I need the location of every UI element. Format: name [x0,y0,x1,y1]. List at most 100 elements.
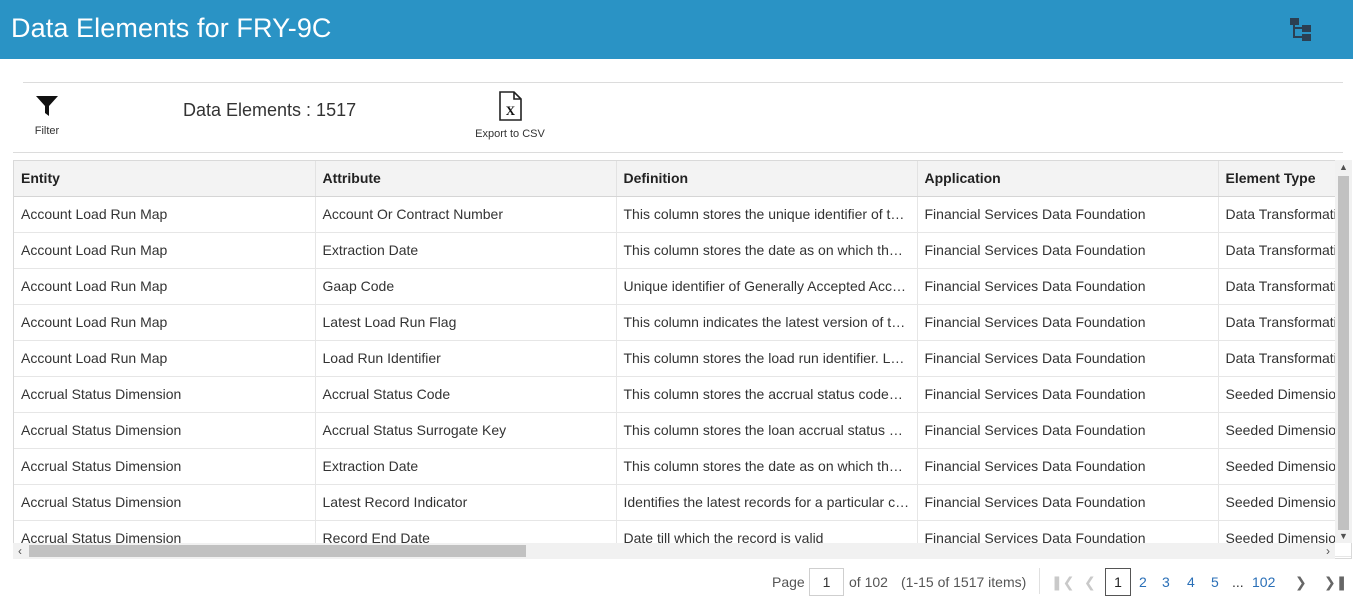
entity-cell: Account Load Run Map [14,196,316,233]
entity-cell: Account Load Run Map [14,268,316,305]
column-header-definition[interactable]: Definition [616,161,918,197]
application-cell: Financial Services Data Foundation [917,376,1219,413]
horizontal-scrollbar[interactable]: ‹ › [13,543,1335,559]
vertical-scroll-thumb[interactable] [1338,176,1349,530]
scroll-left-icon[interactable]: ‹ [13,543,27,559]
application-cell: Financial Services Data Foundation [917,232,1219,269]
vertical-scrollbar[interactable]: ▲ ▼ [1335,160,1352,543]
horizontal-scroll-thumb[interactable] [29,545,526,557]
entity-cell: Accrual Status Dimension [14,448,316,485]
definition-cell: This column stores the date as on which … [616,448,918,485]
column-header-entity[interactable]: Entity [14,161,316,197]
divider [1039,568,1040,594]
element-type-cell: Data Transformati [1218,232,1351,269]
export-csv-label: Export to CSV [475,128,545,140]
application-cell: Financial Services Data Foundation [917,340,1219,377]
attribute-cell: Latest Record Indicator [315,484,617,521]
attribute-cell: Extraction Date [315,448,617,485]
page-5-button[interactable]: 5 [1211,574,1219,590]
svg-text:X: X [506,103,516,118]
data-elements-grid: Entity Attribute Definition Application … [13,160,1352,559]
filter-icon [36,96,58,116]
application-cell: Financial Services Data Foundation [917,268,1219,305]
hierarchy-button[interactable] [1286,15,1314,43]
page-1-button[interactable]: 1 [1105,568,1131,596]
excel-file-icon: X [499,91,522,121]
last-page-icon[interactable]: ❯❚ [1324,574,1347,591]
element-type-cell: Data Transformati [1218,304,1351,341]
column-header-application[interactable]: Application [917,161,1219,197]
page-label: Page [772,574,805,590]
table-header-row: Entity Attribute Definition Application … [14,161,1351,197]
attribute-cell: Account Or Contract Number [315,196,617,233]
attribute-cell: Gaap Code [315,268,617,305]
pagination: Page of 102 (1-15 of 1517 items) [0,568,1353,596]
previous-page-icon[interactable]: ❮ [1084,574,1096,591]
next-page-icon[interactable]: ❯ [1295,574,1307,591]
element-type-cell: Seeded Dimension [1218,448,1351,485]
definition-cell: Identifies the latest records for a part… [616,484,918,521]
page-title: Data Elements for FRY-9C [11,13,332,43]
table-row[interactable]: Account Load Run Map Load Run Identifier… [14,340,1351,377]
definition-cell: This column stores the load run identifi… [616,340,918,377]
definition-cell: This column stores the accrual status co… [616,376,918,413]
element-type-cell: Data Transformati [1218,340,1351,377]
entity-cell: Account Load Run Map [14,340,316,377]
entity-cell: Account Load Run Map [14,304,316,341]
column-header-attribute[interactable]: Attribute [315,161,617,197]
export-csv-button[interactable]: X Export to CSV [468,91,552,140]
filter-button[interactable]: Filter [26,94,68,137]
entity-cell: Account Load Run Map [14,232,316,269]
page-3-button[interactable]: 3 [1162,574,1170,590]
table-row[interactable]: Account Load Run Map Gaap Code Unique id… [14,268,1351,305]
items-range: (1-15 of 1517 items) [901,574,1027,590]
element-type-cell: Data Transformati [1218,196,1351,233]
table-row[interactable]: Accrual Status Dimension Latest Record I… [14,484,1351,521]
page-number-input[interactable] [809,568,844,596]
entity-cell: Accrual Status Dimension [14,412,316,449]
application-cell: Financial Services Data Foundation [917,484,1219,521]
element-type-cell: Seeded Dimension [1218,376,1351,413]
page-2-button[interactable]: 2 [1139,574,1147,590]
scroll-right-icon[interactable]: › [1321,543,1335,559]
table-row[interactable]: Account Load Run Map Extraction Date Thi… [14,232,1351,269]
table-row[interactable]: Accrual Status Dimension Accrual Status … [14,376,1351,413]
divider [23,82,1343,83]
scroll-up-icon[interactable]: ▲ [1335,160,1352,174]
table-row[interactable]: Account Load Run Map Account Or Contract… [14,196,1351,233]
element-type-cell: Data Transformati [1218,268,1351,305]
element-type-cell: Seeded Dimension [1218,412,1351,449]
definition-cell: This column stores the unique identifier… [616,196,918,233]
application-cell: Financial Services Data Foundation [917,196,1219,233]
page-4-button[interactable]: 4 [1187,574,1195,590]
attribute-cell: Accrual Status Code [315,376,617,413]
table-row[interactable]: Account Load Run Map Latest Load Run Fla… [14,304,1351,341]
data-elements-count: Data Elements : 1517 [183,100,357,120]
application-cell: Financial Services Data Foundation [917,448,1219,485]
entity-cell: Accrual Status Dimension [14,376,316,413]
definition-cell: This column stores the date as on which … [616,232,918,269]
definition-cell: This column stores the loan accrual stat… [616,412,918,449]
divider [13,152,1343,153]
attribute-cell: Load Run Identifier [315,340,617,377]
page-102-button[interactable]: 102 [1252,574,1275,590]
table-row[interactable]: Accrual Status Dimension Accrual Status … [14,412,1351,449]
table-row[interactable]: Accrual Status Dimension Extraction Date… [14,448,1351,485]
filter-label: Filter [34,125,60,137]
first-page-icon[interactable]: ❚❮ [1051,574,1074,591]
page-count: of 102 [849,574,888,590]
definition-cell: Unique identifier of Generally Accepted … [616,268,918,305]
definition-cell: This column indicates the latest version… [616,304,918,341]
more-pages-ellipsis[interactable]: ... [1232,574,1244,590]
page-header: Data Elements for FRY-9C [0,0,1353,59]
column-header-element-type[interactable]: Element Type [1218,161,1351,197]
element-type-cell: Seeded Dimension [1218,484,1351,521]
attribute-cell: Accrual Status Surrogate Key [315,412,617,449]
entity-cell: Accrual Status Dimension [14,484,316,521]
attribute-cell: Latest Load Run Flag [315,304,617,341]
scroll-down-icon[interactable]: ▼ [1335,529,1352,543]
application-cell: Financial Services Data Foundation [917,412,1219,449]
hierarchy-icon [1290,18,1311,41]
application-cell: Financial Services Data Foundation [917,304,1219,341]
attribute-cell: Extraction Date [315,232,617,269]
